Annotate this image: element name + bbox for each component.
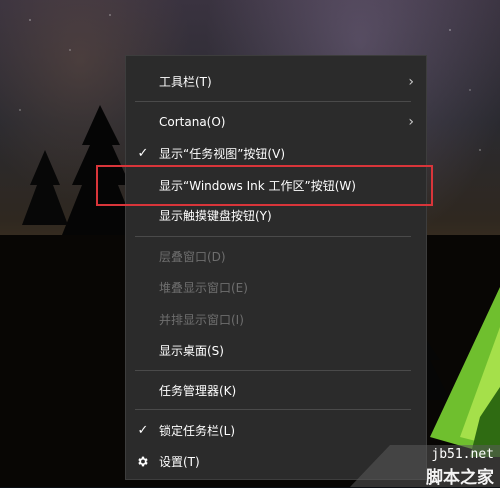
menu-separator [135, 370, 411, 371]
menu-item-label: 设置(T) [159, 455, 200, 469]
menu-separator [135, 409, 411, 410]
menu-item-show-touch-keyboard-button[interactable]: 显示触摸键盘按钮(Y) [126, 202, 426, 230]
menu-item-label: 堆叠显示窗口(E) [159, 281, 248, 295]
menu-item-show-task-view-button[interactable]: ✓ 显示“任务视图”按钮(V) [126, 140, 426, 168]
gear-icon [136, 455, 150, 468]
menu-item-label: 锁定任务栏(L) [159, 424, 236, 438]
menu-item-cortana[interactable]: Cortana(O) › [126, 108, 426, 136]
watermark-url: jb51.net [431, 447, 494, 462]
menu-item-label: 任务管理器(K) [159, 384, 237, 398]
chevron-right-icon: › [408, 74, 414, 90]
menu-separator [135, 101, 411, 102]
menu-item-lock-taskbar[interactable]: ✓ 锁定任务栏(L) [126, 417, 426, 445]
menu-separator [135, 236, 411, 237]
menu-item-label: 显示“任务视图”按钮(V) [159, 147, 286, 161]
menu-item-cascade-windows: 层叠窗口(D) [126, 243, 426, 271]
menu-item-label: Cortana(O) [159, 115, 226, 129]
checkmark-icon: ✓ [137, 146, 149, 161]
highlight-box [96, 165, 433, 206]
menu-item-label: 显示触摸键盘按钮(Y) [159, 209, 272, 223]
menu-item-label: 工具栏(T) [159, 75, 212, 89]
chevron-right-icon: › [408, 114, 414, 130]
menu-item-label: 显示桌面(S) [159, 344, 224, 358]
menu-item-label: 层叠窗口(D) [159, 250, 226, 264]
menu-item-toolbars[interactable]: 工具栏(T) › [126, 68, 426, 96]
checkmark-icon: ✓ [137, 423, 149, 438]
taskbar-context-menu: 工具栏(T) › Cortana(O) › ✓ 显示“任务视图”按钮(V) 显示… [125, 55, 427, 480]
menu-item-side-by-side-windows: 并排显示窗口(I) [126, 306, 426, 334]
menu-item-stack-windows: 堆叠显示窗口(E) [126, 274, 426, 302]
menu-item-label: 并排显示窗口(I) [159, 313, 244, 327]
menu-item-show-desktop[interactable]: 显示桌面(S) [126, 337, 426, 365]
site-watermark: jb51.net 脚本之家 [350, 445, 500, 488]
menu-item-task-manager[interactable]: 任务管理器(K) [126, 377, 426, 405]
watermark-site-name: 脚本之家 [426, 468, 494, 488]
